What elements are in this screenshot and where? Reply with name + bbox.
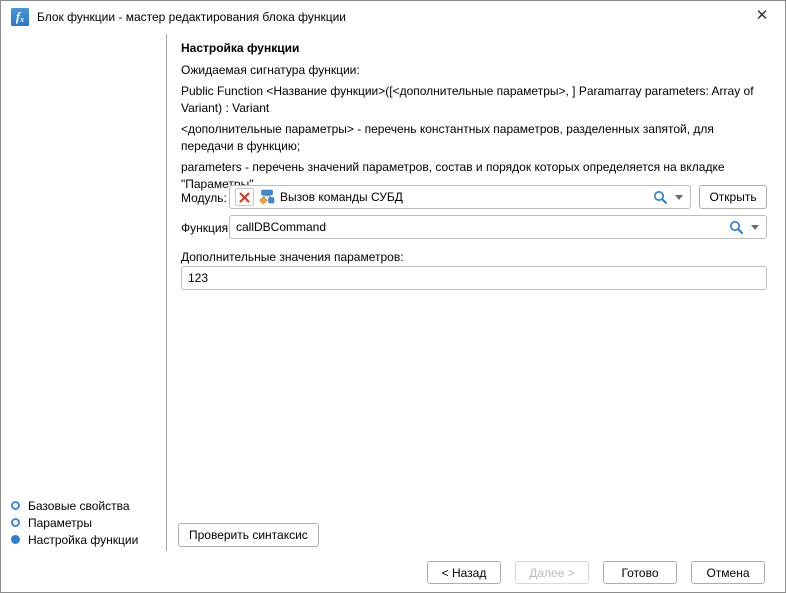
- module-combo[interactable]: Вызов команды СУБД: [229, 185, 691, 209]
- extra-params-label: Дополнительные значения параметров:: [181, 250, 404, 264]
- step-label: Базовые свойства: [28, 499, 130, 513]
- step-function-setup[interactable]: Настройка функции: [11, 531, 138, 548]
- module-flowchart-icon: [259, 189, 275, 205]
- extra-params-input[interactable]: [181, 266, 767, 290]
- wizard-dialog: fx Блок функции - мастер редактирования …: [0, 0, 786, 593]
- open-module-button[interactable]: Открыть: [699, 185, 767, 209]
- close-icon[interactable]: ✕: [745, 1, 779, 33]
- step-basic-properties[interactable]: Базовые свойства: [11, 497, 138, 514]
- wizard-buttons: < Назад Далее > Готово Отмена: [427, 561, 765, 584]
- fx-icon-x: x: [20, 15, 24, 24]
- sidebar-divider: [166, 34, 167, 551]
- back-button[interactable]: < Назад: [427, 561, 501, 584]
- signature-description: Ожидаемая сигнатура функции: Public Func…: [181, 62, 769, 197]
- module-label: Модуль:: [181, 191, 227, 205]
- clear-module-button[interactable]: [235, 188, 254, 206]
- finish-button[interactable]: Готово: [603, 561, 677, 584]
- check-syntax-button[interactable]: Проверить синтаксис: [178, 523, 319, 547]
- next-button: Далее >: [515, 561, 589, 584]
- desc-signature: Public Function <Название функции>([<доп…: [181, 83, 769, 117]
- step-parameters[interactable]: Параметры: [11, 514, 138, 531]
- title-bar: fx Блок функции - мастер редактирования …: [1, 1, 785, 33]
- step-bullet-active-icon: [11, 535, 20, 544]
- window-title: Блок функции - мастер редактирования бло…: [37, 1, 346, 33]
- step-bullet-icon: [11, 518, 20, 527]
- step-bullet-icon: [11, 501, 20, 510]
- wizard-steps: Базовые свойства Параметры Настройка фун…: [11, 497, 138, 548]
- function-label: Функция:: [181, 221, 231, 235]
- desc-expected-signature: Ожидаемая сигнатура функции:: [181, 62, 769, 79]
- page-title: Настройка функции: [181, 41, 299, 55]
- step-label: Настройка функции: [28, 533, 138, 547]
- function-fx-icon: fx: [11, 8, 29, 26]
- desc-extra-params: <дополнительные параметры> - перечень ко…: [181, 121, 769, 155]
- module-dropdown-icon[interactable]: [675, 195, 683, 200]
- module-value: Вызов команды СУБД: [280, 190, 403, 204]
- red-x-icon: [239, 192, 250, 203]
- search-icon[interactable]: [729, 220, 744, 235]
- function-value: callDBCommand: [236, 220, 326, 234]
- step-label: Параметры: [28, 516, 92, 530]
- cancel-button[interactable]: Отмена: [691, 561, 765, 584]
- function-combo[interactable]: callDBCommand: [229, 215, 767, 239]
- function-dropdown-icon[interactable]: [751, 225, 759, 230]
- search-icon[interactable]: [653, 190, 668, 205]
